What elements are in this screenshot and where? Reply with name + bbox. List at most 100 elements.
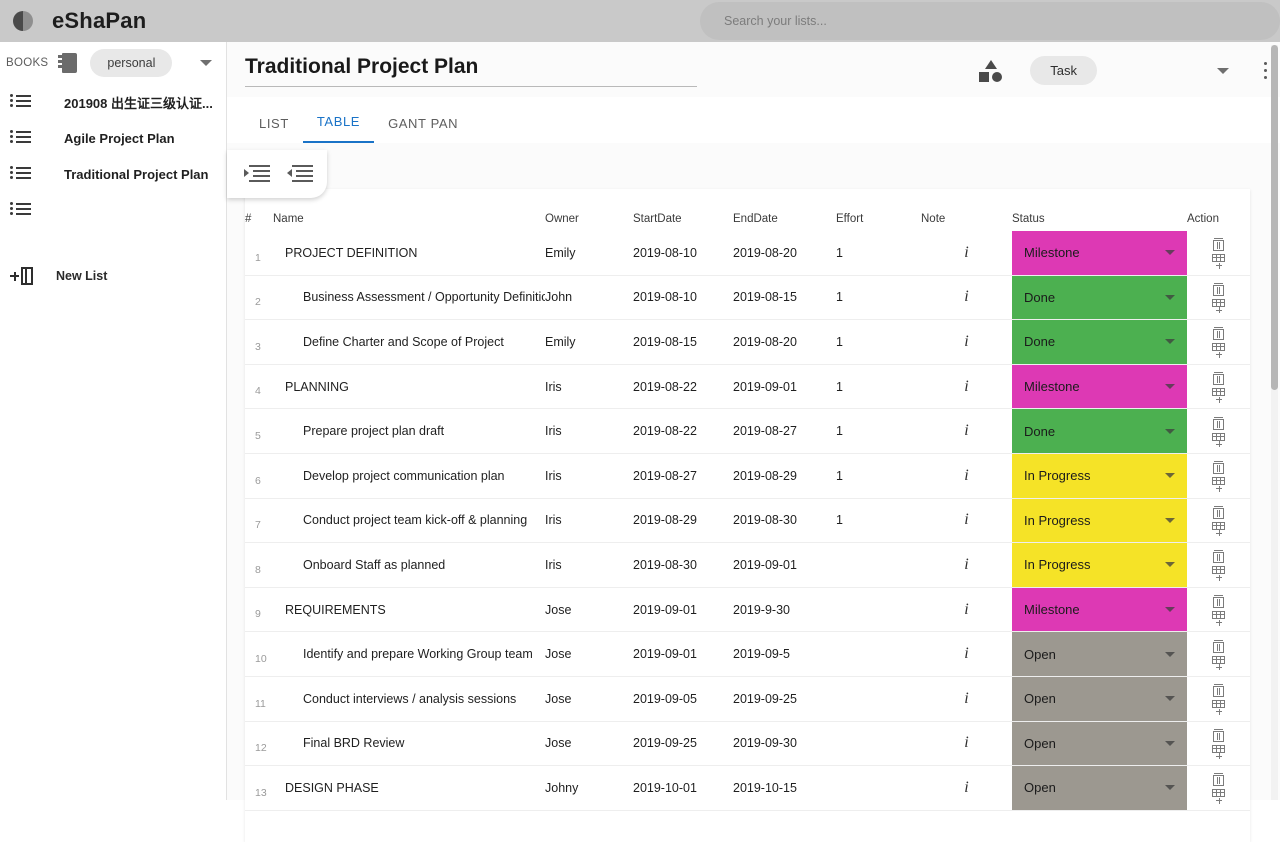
- row-owner[interactable]: John: [545, 275, 633, 320]
- row-owner[interactable]: Johny: [545, 766, 633, 811]
- row-effort[interactable]: 1: [836, 409, 921, 454]
- chevron-down-icon[interactable]: [1165, 740, 1175, 746]
- row-owner[interactable]: Iris: [545, 498, 633, 543]
- row-status-cell[interactable]: In Progress: [1012, 498, 1187, 543]
- row-enddate[interactable]: 2019-09-30: [733, 721, 836, 766]
- row-status-cell[interactable]: Open: [1012, 632, 1187, 677]
- chevron-down-icon[interactable]: [1165, 473, 1175, 479]
- book-chip-personal[interactable]: personal: [90, 49, 173, 77]
- row-enddate[interactable]: 2019-08-29: [733, 453, 836, 498]
- column-header-action[interactable]: Action: [1187, 189, 1250, 231]
- column-header-effort[interactable]: Effort: [836, 189, 921, 231]
- add-row-icon[interactable]: [1212, 566, 1225, 581]
- row-enddate[interactable]: 2019-09-01: [733, 543, 836, 588]
- row-status-cell[interactable]: In Progress: [1012, 543, 1187, 588]
- row-status-cell[interactable]: Done: [1012, 409, 1187, 454]
- add-row-icon[interactable]: [1212, 298, 1225, 314]
- trash-icon[interactable]: [1213, 238, 1224, 252]
- row-note-cell[interactable]: i: [921, 543, 1012, 588]
- add-row-icon[interactable]: [1212, 254, 1225, 269]
- row-note-cell[interactable]: i: [921, 632, 1012, 677]
- trash-icon[interactable]: [1213, 282, 1224, 296]
- row-name-cell[interactable]: Onboard Staff as planned: [273, 543, 545, 588]
- row-note-cell[interactable]: i: [921, 721, 1012, 766]
- tab-table[interactable]: TABLE: [302, 114, 375, 143]
- row-enddate[interactable]: 2019-08-20: [733, 231, 836, 275]
- status-badge[interactable]: Open: [1012, 721, 1187, 766]
- row-name-cell[interactable]: Conduct interviews / analysis sessions: [273, 676, 545, 721]
- chevron-down-icon[interactable]: [1165, 785, 1175, 791]
- row-effort[interactable]: 1: [836, 498, 921, 543]
- tab-gant-pan[interactable]: GANT PAN: [374, 116, 472, 143]
- row-enddate[interactable]: 2019-09-25: [733, 676, 836, 721]
- row-owner[interactable]: Iris: [545, 543, 633, 588]
- chevron-down-icon[interactable]: [1165, 696, 1175, 702]
- info-icon[interactable]: i: [964, 601, 968, 618]
- row-name-cell[interactable]: Prepare project plan draft: [273, 409, 545, 454]
- column-header-startdate[interactable]: StartDate: [633, 189, 733, 231]
- info-icon[interactable]: i: [964, 779, 968, 796]
- chevron-down-icon[interactable]: [1217, 67, 1229, 74]
- row-startdate[interactable]: 2019-08-29: [633, 498, 733, 543]
- info-icon[interactable]: i: [964, 690, 968, 707]
- status-badge[interactable]: Milestone: [1012, 231, 1187, 275]
- row-effort[interactable]: [836, 543, 921, 588]
- column-header-enddate[interactable]: EndDate: [733, 189, 836, 231]
- row-enddate[interactable]: 2019-09-5: [733, 632, 836, 677]
- chevron-down-icon[interactable]: [1165, 428, 1175, 434]
- row-effort[interactable]: 1: [836, 231, 921, 275]
- row-name-cell[interactable]: Business Assessment / Opportunity Defini…: [273, 275, 545, 320]
- trash-icon[interactable]: [1213, 416, 1224, 430]
- sidebar-item-agile-project-plan[interactable]: Agile Project Plan: [0, 120, 226, 156]
- status-badge[interactable]: Done: [1012, 320, 1187, 364]
- chevron-down-icon[interactable]: [1165, 651, 1175, 657]
- sidebar-item-list-0[interactable]: 201908 出生证三级认证...: [0, 84, 226, 120]
- row-note-cell[interactable]: i: [921, 275, 1012, 320]
- row-enddate[interactable]: 2019-10-15: [733, 766, 836, 811]
- row-startdate[interactable]: 2019-10-01: [633, 766, 733, 811]
- row-effort[interactable]: 1: [836, 453, 921, 498]
- row-owner[interactable]: Jose: [545, 632, 633, 677]
- trash-icon[interactable]: [1213, 550, 1224, 564]
- row-effort[interactable]: 1: [836, 364, 921, 409]
- status-badge[interactable]: Done: [1012, 409, 1187, 453]
- row-name-cell[interactable]: Final BRD Review: [273, 721, 545, 766]
- row-owner[interactable]: Iris: [545, 453, 633, 498]
- split-circle-icon[interactable]: [12, 10, 34, 32]
- table-row[interactable]: 9 REQUIREMENTS Jose 2019-09-01 2019-9-30 i Mil…: [245, 587, 1250, 632]
- row-owner[interactable]: Jose: [545, 721, 633, 766]
- row-status-cell[interactable]: Milestone: [1012, 364, 1187, 409]
- row-startdate[interactable]: 2019-08-27: [633, 453, 733, 498]
- new-list-button[interactable]: New List: [0, 256, 226, 296]
- row-name-cell[interactable]: PLANNING: [273, 364, 545, 409]
- row-owner[interactable]: Emily: [545, 320, 633, 365]
- trash-icon[interactable]: [1213, 684, 1224, 698]
- chevron-down-icon[interactable]: [1165, 607, 1175, 613]
- row-note-cell[interactable]: i: [921, 766, 1012, 811]
- chevron-down-icon[interactable]: [1165, 294, 1175, 300]
- add-row-icon[interactable]: [1212, 744, 1225, 760]
- row-status-cell[interactable]: Done: [1012, 320, 1187, 365]
- row-startdate[interactable]: 2019-09-05: [633, 676, 733, 721]
- row-effort[interactable]: [836, 632, 921, 677]
- row-startdate[interactable]: 2019-08-10: [633, 275, 733, 320]
- trash-icon[interactable]: [1213, 728, 1224, 742]
- status-badge[interactable]: In Progress: [1012, 498, 1187, 543]
- table-row[interactable]: 2 Business Assessment / Opportunity Defin…: [245, 275, 1250, 320]
- row-status-cell[interactable]: Open: [1012, 766, 1187, 811]
- trash-icon[interactable]: [1213, 461, 1224, 475]
- indent-decrease-icon[interactable]: [287, 165, 313, 183]
- row-startdate[interactable]: 2019-08-30: [633, 543, 733, 588]
- table-row[interactable]: 3 Define Charter and Scope of Project Emil…: [245, 320, 1250, 365]
- row-note-cell[interactable]: i: [921, 409, 1012, 454]
- info-icon[interactable]: i: [964, 422, 968, 439]
- info-icon[interactable]: i: [964, 511, 968, 528]
- info-icon[interactable]: i: [964, 734, 968, 751]
- row-name-cell[interactable]: PROJECT DEFINITION: [273, 231, 545, 275]
- row-startdate[interactable]: 2019-08-15: [633, 320, 733, 365]
- row-effort[interactable]: 1: [836, 275, 921, 320]
- row-enddate[interactable]: 2019-9-30: [733, 587, 836, 632]
- row-enddate[interactable]: 2019-08-30: [733, 498, 836, 543]
- row-effort[interactable]: [836, 721, 921, 766]
- row-owner[interactable]: Emily: [545, 231, 633, 275]
